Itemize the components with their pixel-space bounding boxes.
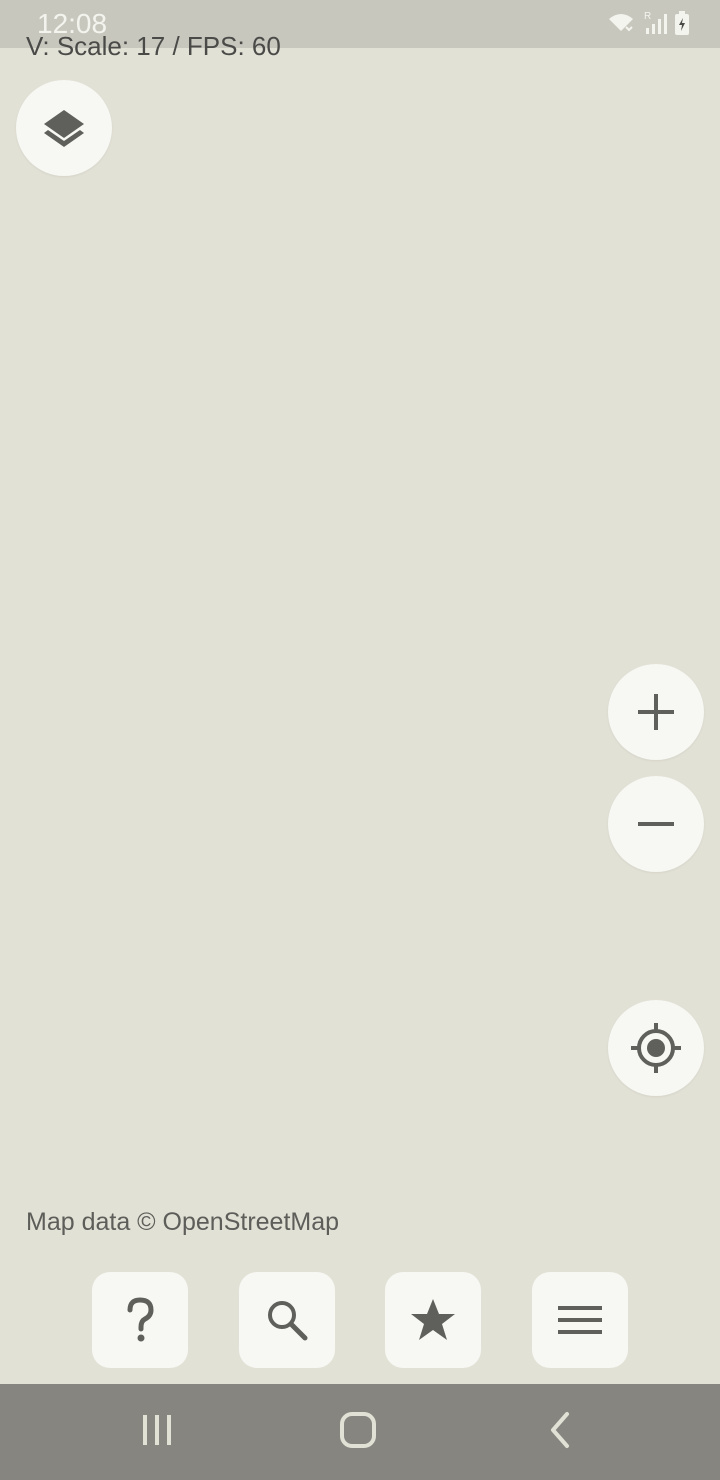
back-icon xyxy=(545,1410,575,1455)
zoom-in-button[interactable] xyxy=(608,664,704,760)
svg-text:R: R xyxy=(644,11,651,22)
home-button[interactable] xyxy=(298,1384,418,1480)
signal-roaming-icon: R xyxy=(642,10,668,36)
crosshair-location-icon xyxy=(630,1022,682,1074)
debug-overlay: V: Scale: 17 / FPS: 60 xyxy=(26,31,281,61)
help-button[interactable] xyxy=(92,1272,188,1368)
battery-charging-icon xyxy=(674,10,690,36)
minus-icon xyxy=(634,802,678,846)
zoom-out-button[interactable] xyxy=(608,776,704,872)
system-nav-bar xyxy=(0,1384,720,1480)
back-button[interactable] xyxy=(500,1384,620,1480)
my-location-button[interactable] xyxy=(608,1000,704,1096)
app-screen: 12:08 R V: Scale: 17 / FPS: 60 Map data … xyxy=(0,0,720,1480)
map-attribution[interactable]: Map data © OpenStreetMap xyxy=(26,1206,339,1238)
search-button[interactable] xyxy=(239,1272,335,1368)
hamburger-menu-icon xyxy=(558,1304,602,1336)
recents-icon xyxy=(139,1413,175,1452)
recents-button[interactable] xyxy=(97,1384,217,1480)
layers-button[interactable] xyxy=(16,80,112,176)
star-icon xyxy=(409,1297,457,1343)
layers-icon xyxy=(42,106,86,150)
search-icon xyxy=(265,1298,309,1342)
wifi-icon xyxy=(606,11,636,35)
menu-button[interactable] xyxy=(532,1272,628,1368)
question-mark-icon xyxy=(120,1296,160,1344)
home-icon xyxy=(338,1410,378,1455)
plus-icon xyxy=(634,690,678,734)
status-icons: R xyxy=(606,10,690,36)
favorites-button[interactable] xyxy=(385,1272,481,1368)
